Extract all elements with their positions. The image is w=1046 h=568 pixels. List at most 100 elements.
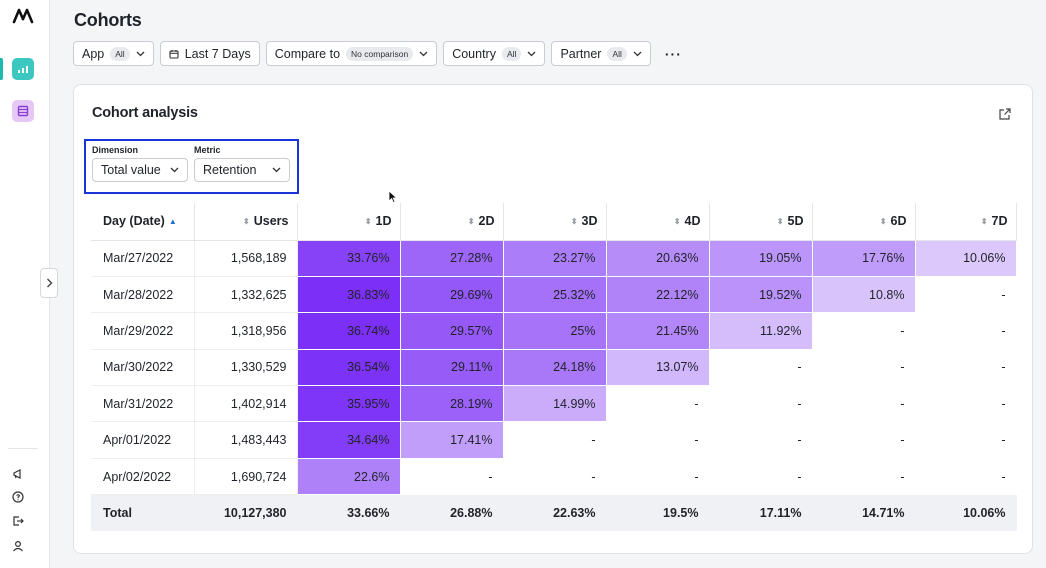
total-retention-cell: 10.06%	[915, 494, 1017, 532]
sort-icon: ⬍	[879, 217, 887, 227]
bar-chart-icon	[18, 66, 28, 73]
column-header-7d[interactable]: ⬍ 7D	[915, 203, 1017, 241]
column-header-label: 3D	[581, 214, 598, 229]
compare-filter[interactable]: Compare to No comparison	[265, 41, 438, 66]
cohort-date-cell: Apr/02/2022	[91, 458, 195, 496]
column-header-1d[interactable]: ⬍ 1D	[297, 203, 401, 241]
retention-cell: 17.41%	[400, 421, 504, 459]
sort-icon: ⬍	[776, 217, 784, 227]
page-title: Cohorts	[74, 10, 142, 30]
logout-icon[interactable]	[11, 514, 25, 528]
retention-cell: 29.57%	[400, 312, 504, 350]
retention-cell: 29.11%	[400, 349, 504, 387]
expand-sidebar-button[interactable]	[40, 268, 58, 298]
sort-icon: ⬍	[673, 217, 681, 227]
help-icon[interactable]	[11, 490, 25, 504]
sort-icon: ⬍	[467, 217, 475, 227]
cohort-date-cell: Mar/29/2022	[91, 312, 195, 350]
total-retention-cell: 14.71%	[812, 494, 916, 532]
sort-ascending-icon: ▲	[168, 217, 177, 227]
table-row[interactable]: Mar/31/2022 1,402,914 35.95% 28.19% 14.99% - -…	[91, 385, 1017, 423]
total-users-cell: 10,127,380	[194, 494, 298, 532]
users-cell: 1,318,956	[194, 312, 298, 350]
active-nav-indicator	[0, 58, 3, 80]
retention-cell: 22.12%	[606, 276, 710, 314]
cohort-analysis-card: Cohort analysis Dimension Total value Me…	[73, 84, 1033, 554]
column-header-5d[interactable]: ⬍ 5D	[709, 203, 813, 241]
users-cell: 1,332,625	[194, 276, 298, 314]
megaphone-icon[interactable]	[11, 467, 25, 481]
date-range-filter[interactable]: Last 7 Days	[159, 41, 260, 66]
column-header-3d[interactable]: ⬍ 3D	[503, 203, 607, 241]
retention-cell: 10.06%	[915, 240, 1017, 277]
table-row[interactable]: Mar/29/2022 1,318,956 36.74% 29.57% 25% 21.45…	[91, 312, 1017, 350]
chevron-down-icon	[419, 51, 428, 56]
retention-cell: -	[812, 385, 916, 423]
retention-cell: -	[915, 421, 1017, 459]
chevron-down-icon	[170, 167, 179, 173]
retention-cell: 21.45%	[606, 312, 710, 350]
cohorts-nav-button[interactable]	[12, 100, 34, 122]
partner-filter[interactable]: Partner All	[551, 41, 651, 66]
column-header-label: 5D	[787, 214, 804, 229]
column-header-label: 6D	[890, 214, 907, 229]
retention-cell: 10.8%	[812, 276, 916, 314]
sort-icon: ⬍	[570, 217, 578, 227]
retention-cell: -	[915, 312, 1017, 350]
table-row[interactable]: Mar/30/2022 1,330,529 36.54% 29.11% 24.18% 13…	[91, 349, 1017, 387]
retention-cell: -	[503, 458, 607, 496]
retention-cell: -	[812, 312, 916, 350]
retention-cell: -	[606, 458, 710, 496]
dimension-select[interactable]: Total value	[92, 158, 188, 182]
column-header-day-date[interactable]: Day (Date) ▲	[91, 203, 195, 241]
retention-cell: -	[709, 385, 813, 423]
metric-label: Metric	[194, 145, 221, 155]
app-filter-value: All	[110, 46, 130, 61]
app-logo[interactable]	[12, 6, 34, 26]
table-row[interactable]: Apr/02/2022 1,690,724 22.6% - - - - - -	[91, 458, 1017, 496]
table-row[interactable]: Apr/01/2022 1,483,443 34.64% 17.41% - - - - -	[91, 421, 1017, 459]
metric-select[interactable]: Retention	[194, 158, 290, 182]
dimension-value: Total value	[101, 163, 161, 177]
retention-cell: -	[709, 421, 813, 459]
chevron-down-icon	[633, 51, 642, 56]
retention-cell: -	[915, 385, 1017, 423]
column-header-users[interactable]: ⬍ Users	[194, 203, 298, 241]
retention-cell: 36.54%	[297, 349, 401, 387]
retention-cell: 17.76%	[812, 240, 916, 277]
app-filter[interactable]: App All	[73, 41, 154, 66]
user-icon[interactable]	[11, 539, 25, 553]
column-header-6d[interactable]: ⬍ 6D	[812, 203, 916, 241]
total-retention-cell: 26.88%	[400, 494, 504, 532]
export-icon[interactable]	[998, 107, 1012, 121]
retention-cell: 34.64%	[297, 421, 401, 459]
retention-cell: -	[812, 421, 916, 459]
column-header-label: 2D	[478, 214, 495, 229]
users-cell: 1,568,189	[194, 240, 298, 277]
retention-cell: -	[812, 349, 916, 387]
users-cell: 1,402,914	[194, 385, 298, 423]
filter-bar: App All Last 7 Days Compare to No compar…	[73, 41, 690, 66]
dashboard-nav-button[interactable]	[12, 58, 34, 80]
country-filter[interactable]: Country All	[443, 41, 546, 66]
retention-cell: -	[915, 276, 1017, 314]
cohort-table: Day (Date) ▲ ⬍ Users ⬍ 1D ⬍ 2D ⬍ 3D ⬍ 4D ⬍ 5D ⬍ 6D ⬍ 7D M…	[91, 203, 1017, 532]
retention-cell: 33.76%	[297, 240, 401, 277]
total-label-cell: Total	[91, 494, 195, 532]
calendar-icon	[169, 49, 179, 59]
table-row[interactable]: Mar/27/2022 1,568,189 33.76% 27.28% 23.27% 20…	[91, 240, 1017, 277]
column-header-4d[interactable]: ⬍ 4D	[606, 203, 710, 241]
table-row[interactable]: Mar/28/2022 1,332,625 36.83% 29.69% 25.32% 22…	[91, 276, 1017, 314]
retention-cell: 25.32%	[503, 276, 607, 314]
cohort-table-wrapper: Day (Date) ▲ ⬍ Users ⬍ 1D ⬍ 2D ⬍ 3D ⬍ 4D ⬍ 5D ⬍ 6D ⬍ 7D M…	[91, 203, 1017, 532]
users-cell: 1,690,724	[194, 458, 298, 496]
column-header-label: 7D	[991, 214, 1008, 229]
retention-cell: -	[709, 458, 813, 496]
dimension-label: Dimension	[92, 145, 139, 155]
retention-cell: 25%	[503, 312, 607, 350]
more-filters-button[interactable]: ···	[657, 41, 690, 66]
retention-cell: -	[606, 385, 710, 423]
column-header-2d[interactable]: ⬍ 2D	[400, 203, 504, 241]
retention-cell: 20.63%	[606, 240, 710, 277]
retention-cell: -	[812, 458, 916, 496]
